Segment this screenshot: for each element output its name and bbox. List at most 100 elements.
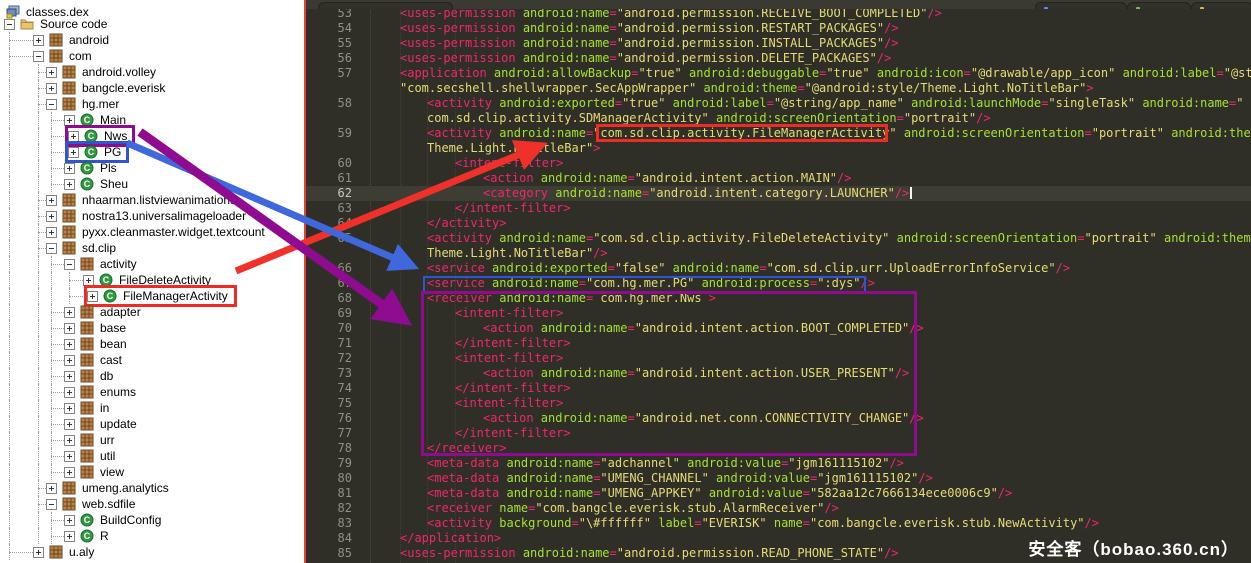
code-line[interactable]: 69<intent-filter> (306, 306, 1251, 321)
expand-icon[interactable] (68, 147, 79, 158)
tree-row[interactable]: adapter (0, 304, 304, 320)
tree-row[interactable]: umeng.analytics (0, 480, 304, 496)
code-line[interactable]: Theme.Light.NoTitleBar"/> (306, 246, 1251, 261)
tree-row[interactable]: urr (0, 432, 304, 448)
code-line[interactable]: 81<meta-data android:name="UMENG_APPKEY"… (306, 486, 1251, 501)
expand-icon[interactable] (64, 451, 75, 462)
expand-icon[interactable] (64, 435, 75, 446)
tree-row[interactable]: CSheu (0, 176, 304, 192)
expand-icon[interactable] (68, 131, 79, 142)
collapse-icon[interactable] (46, 99, 57, 110)
code-line[interactable]: 83<activity background="\#ffffff" label=… (306, 516, 1251, 531)
expand-icon[interactable] (64, 515, 75, 526)
code-line[interactable]: 57<application android:allowBackup="true… (306, 66, 1251, 81)
code-line[interactable]: "com.secshell.shellwrapper.SecAppWrapper… (306, 81, 1251, 96)
tree-row[interactable]: CNws (0, 128, 304, 144)
expand-icon[interactable] (64, 355, 75, 366)
expand-icon[interactable] (64, 419, 75, 430)
collapse-icon[interactable] (46, 499, 57, 510)
expand-icon[interactable] (64, 371, 75, 382)
code-editor[interactable]: 53<uses-permission android:name="android… (306, 0, 1251, 563)
expand-icon[interactable] (46, 227, 57, 238)
expand-icon[interactable] (64, 115, 75, 126)
collapse-icon[interactable] (33, 51, 44, 62)
code-line[interactable]: com.sd.clip.activity.SDManagerActivity" … (306, 111, 1251, 126)
tree-row[interactable]: web.sdfile (0, 496, 304, 512)
tree-row[interactable]: CBuildConfig (0, 512, 304, 528)
tree-row[interactable]: CR (0, 528, 304, 544)
tree-row[interactable]: android.volley (0, 64, 304, 80)
code-line[interactable]: 74</intent-filter> (306, 381, 1251, 396)
collapse-icon[interactable] (64, 259, 75, 270)
code-line[interactable]: 73<action android:name="android.intent.a… (306, 366, 1251, 381)
code-line[interactable]: Theme.Light.NoTitleBar"> (306, 141, 1251, 156)
panel-splitter[interactable] (304, 0, 306, 563)
tree-row[interactable]: sd.clip (0, 240, 304, 256)
tree-row[interactable]: db (0, 368, 304, 384)
expand-icon[interactable] (64, 323, 75, 334)
code-line[interactable]: 71</intent-filter> (306, 336, 1251, 351)
code-line[interactable]: 63</intent-filter> (306, 201, 1251, 216)
code-line[interactable]: 78</receiver> (306, 441, 1251, 456)
tree-row[interactable]: cast (0, 352, 304, 368)
code-line[interactable]: 77</intent-filter> (306, 426, 1251, 441)
expand-icon[interactable] (64, 163, 75, 174)
expand-icon[interactable] (33, 547, 44, 558)
tree-row[interactable]: android (0, 32, 304, 48)
tree-row[interactable]: activity (0, 256, 304, 272)
tree-row[interactable]: pyxx.cleanmaster.widget.textcount (0, 224, 304, 240)
code-line[interactable]: 64</activity> (306, 216, 1251, 231)
code-line[interactable]: 68<receiver android:name= com.hg.mer.Nws… (306, 291, 1251, 306)
expand-icon[interactable] (87, 291, 98, 302)
code-line-current[interactable]: 62<category android:name="android.intent… (306, 186, 1251, 201)
code-line[interactable]: 65<activity android:name="com.sd.clip.ac… (306, 231, 1251, 246)
expand-icon[interactable] (64, 403, 75, 414)
project-tree-panel[interactable]: classes.dexSource codeandroidcomandroid.… (0, 0, 304, 563)
tree-row[interactable]: bangcle.everisk (0, 80, 304, 96)
tree-row[interactable]: nostra13.universalimageloader (0, 208, 304, 224)
code-line[interactable]: 67<service android:name="com.hg.mer.PG" … (306, 276, 1251, 291)
code-line[interactable]: 56<uses-permission android:name="android… (306, 51, 1251, 66)
tree-row[interactable]: enums (0, 384, 304, 400)
editor-tab[interactable] (1035, 2, 1127, 9)
tree-row[interactable]: base (0, 320, 304, 336)
expand-icon[interactable] (64, 467, 75, 478)
code-line[interactable]: 70<action android:name="android.intent.a… (306, 321, 1251, 336)
expand-icon[interactable] (64, 531, 75, 542)
code-line[interactable]: 58<activity android:exported="true" andr… (306, 96, 1251, 111)
code-line[interactable]: 54<uses-permission android:name="android… (306, 21, 1251, 36)
editor-tab[interactable] (1191, 2, 1251, 9)
code-line[interactable]: 80<meta-data android:name="UMENG_CHANNEL… (306, 471, 1251, 486)
tree-row[interactable]: com (0, 48, 304, 64)
tree-row[interactable]: hg.mer (0, 96, 304, 112)
tree-row[interactable]: view (0, 464, 304, 480)
tree-row[interactable]: CPls (0, 160, 304, 176)
expand-icon[interactable] (46, 483, 57, 494)
tree-row[interactable]: Source code (0, 16, 304, 32)
editor-tab[interactable] (1127, 2, 1191, 9)
tree-row[interactable]: CMain (0, 112, 304, 128)
collapse-icon[interactable] (46, 243, 57, 254)
expand-icon[interactable] (46, 195, 57, 206)
code-line[interactable]: 55<uses-permission android:name="android… (306, 36, 1251, 51)
expand-icon[interactable] (64, 179, 75, 190)
code-line[interactable]: 82<receiver name="com.bangcle.everisk.st… (306, 501, 1251, 516)
collapse-icon[interactable] (4, 19, 15, 30)
tree-row[interactable]: CFileManagerActivity (0, 288, 304, 304)
expand-icon[interactable] (64, 307, 75, 318)
tree-row[interactable]: classes.dex (0, 0, 304, 16)
code-line[interactable]: 66<service android:exported="false" andr… (306, 261, 1251, 276)
editor-tab[interactable] (318, 2, 453, 9)
tree-row[interactable]: in (0, 400, 304, 416)
tree-row[interactable]: bean (0, 336, 304, 352)
tree-row[interactable]: nhaarman.listviewanimations (0, 192, 304, 208)
expand-icon[interactable] (46, 211, 57, 222)
tree-row[interactable]: util (0, 448, 304, 464)
expand-icon[interactable] (64, 387, 75, 398)
code-line[interactable]: 61<action android:name="android.intent.a… (306, 171, 1251, 186)
code-line[interactable]: 60<intent-filter> (306, 156, 1251, 171)
code-line[interactable]: 76<action android:name="android.net.conn… (306, 411, 1251, 426)
expand-icon[interactable] (64, 339, 75, 350)
tree-row[interactable]: update (0, 416, 304, 432)
expand-icon[interactable] (33, 35, 44, 46)
